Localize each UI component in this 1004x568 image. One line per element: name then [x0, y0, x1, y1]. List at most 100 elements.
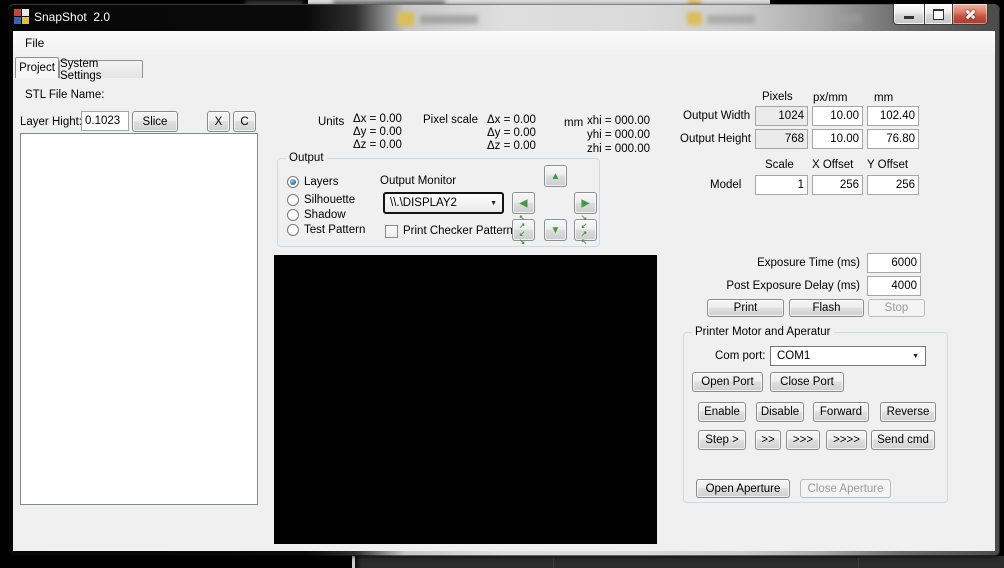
output-height-px-per-mm[interactable]: 10.00	[812, 129, 863, 149]
units-dy: Δy = 0.00	[353, 126, 402, 139]
stop-button: Stop	[868, 299, 925, 317]
radio-silhouette-label[interactable]: Silhouette	[304, 194, 355, 207]
output-height-pixels: 768	[755, 129, 808, 149]
tab-system-settings[interactable]: System Settings	[59, 60, 143, 78]
title-bar[interactable]	[8, 4, 1000, 31]
glass-folder-icon	[398, 12, 414, 26]
disable-button[interactable]: Disable	[756, 402, 804, 422]
open-aperture-button[interactable]: Open Aperture	[696, 479, 790, 498]
output-width-mm[interactable]: 102.40	[867, 106, 919, 126]
header-pixels: Pixels	[762, 91, 793, 104]
step2-button[interactable]: >>	[755, 430, 781, 450]
radio-layers-label[interactable]: Layers	[304, 176, 339, 189]
com-port-combobox[interactable]: COM1 ▼	[770, 346, 926, 366]
header-y-offset: Y Offset	[867, 159, 908, 172]
mm-yhi: yhi = 000.00	[587, 129, 647, 142]
glass-folder-icon	[687, 12, 702, 25]
step3-button[interactable]: >>>	[786, 430, 820, 450]
output-group-title: Output	[286, 152, 327, 165]
background-divider	[858, 558, 859, 568]
arrow-up-icon: ▲	[551, 171, 561, 182]
move-right-button[interactable]: ▶	[574, 192, 597, 214]
step-button[interactable]: Step >	[698, 430, 746, 450]
minimize-button[interactable]	[893, 4, 924, 25]
com-port-value: COM1	[777, 350, 810, 362]
window-title: SnapShot 2.0	[34, 10, 110, 24]
maximize-icon	[933, 9, 944, 20]
output-monitor-combobox[interactable]: \\.\DISPLAY2 ▼	[383, 192, 504, 214]
post-exposure-delay-input[interactable]: 4000	[867, 276, 921, 296]
header-px-per-mm: px/mm	[813, 92, 848, 105]
close-icon	[965, 9, 976, 20]
contract-arrows-icon: ↘↙↗↖	[578, 214, 594, 246]
pixel-scale-label: Pixel scale	[423, 114, 478, 127]
radio-test-pattern-label[interactable]: Test Pattern	[304, 224, 365, 237]
output-monitor-label: Output Monitor	[380, 175, 456, 188]
header-x-offset: X Offset	[812, 159, 853, 172]
layer-height-input[interactable]: 0.1023	[81, 111, 129, 131]
model-label: Model	[710, 179, 741, 192]
maximize-button[interactable]	[924, 4, 953, 25]
radio-shadow-label[interactable]: Shadow	[304, 209, 346, 222]
com-port-label: Com port:	[715, 350, 766, 363]
c-button[interactable]: C	[233, 111, 256, 132]
flash-button[interactable]: Flash	[789, 299, 864, 317]
layer-height-label: Layer Hight:	[20, 116, 82, 129]
close-port-button[interactable]: Close Port	[770, 372, 844, 392]
move-left-button[interactable]: ◀	[512, 192, 535, 214]
units-label: Units	[318, 116, 344, 129]
output-width-pixels: 1024	[755, 106, 808, 126]
post-exposure-delay-label: Post Exposure Delay (ms)	[690, 280, 860, 293]
mm-zhi: zhi = 000.00	[587, 143, 647, 156]
radio-test-pattern[interactable]	[287, 224, 299, 236]
output-width-px-per-mm[interactable]: 10.00	[812, 106, 863, 126]
expand-arrows-icon: ↖↗↙↘	[516, 214, 532, 246]
move-up-button[interactable]: ▲	[544, 165, 567, 187]
arrow-right-icon: ▶	[582, 198, 590, 209]
background-divider	[553, 558, 554, 568]
background-bottom-highlight	[352, 556, 355, 568]
pixel-scale-dx: Δx = 0.00	[487, 114, 536, 127]
send-cmd-button[interactable]: Send cmd	[871, 430, 935, 450]
move-down-button[interactable]: ▼	[544, 219, 567, 241]
enable-button[interactable]: Enable	[698, 402, 746, 422]
open-port-button[interactable]: Open Port	[692, 372, 763, 392]
minimize-icon	[904, 16, 914, 19]
menu-item-file[interactable]: File	[25, 37, 44, 50]
mm-xhi: xhi = 000.00	[587, 115, 647, 128]
radio-silhouette[interactable]	[287, 194, 299, 206]
close-button[interactable]	[953, 4, 988, 25]
exposure-time-input[interactable]: 6000	[867, 253, 921, 273]
screen: SnapShot 2.0 File Project System Setting…	[0, 0, 1004, 568]
print-preview-canvas	[274, 255, 657, 544]
step4-button[interactable]: >>>>	[826, 430, 867, 450]
forward-button[interactable]: Forward	[813, 402, 869, 422]
glass-text-blob	[707, 15, 755, 24]
expand-button[interactable]: ↖↗↙↘	[512, 219, 535, 241]
radio-layers[interactable]	[287, 176, 299, 188]
chevron-down-icon: ▼	[912, 353, 919, 360]
output-height-label: Output Height	[680, 133, 751, 146]
app-icon	[14, 9, 29, 24]
reverse-button[interactable]: Reverse	[880, 402, 936, 422]
glass-text-blob	[420, 15, 478, 24]
units-dx: Δx = 0.00	[353, 113, 402, 126]
model-scale-input[interactable]: 1	[755, 175, 808, 195]
pixel-scale-dz: Δz = 0.00	[487, 140, 536, 153]
slice-button[interactable]: Slice	[132, 111, 178, 132]
units-dz: Δz = 0.00	[353, 139, 402, 152]
print-checker-label[interactable]: Print Checker Pattern	[403, 225, 513, 238]
x-button[interactable]: X	[207, 111, 230, 132]
tab-project[interactable]: Project	[15, 57, 59, 78]
output-height-mm[interactable]: 76.80	[867, 129, 919, 149]
print-checker-checkbox[interactable]	[385, 225, 398, 238]
layer-listbox[interactable]	[20, 133, 258, 505]
motor-group-title: Printer Motor and Aperatur	[692, 326, 834, 339]
contract-button[interactable]: ↘↙↗↖	[574, 219, 597, 241]
model-x-offset-input[interactable]: 256	[812, 175, 863, 195]
header-mm: mm	[874, 92, 893, 105]
model-y-offset-input[interactable]: 256	[867, 175, 919, 195]
glass-text-blob	[838, 14, 862, 23]
radio-shadow[interactable]	[287, 209, 299, 221]
print-button[interactable]: Print	[707, 299, 784, 317]
